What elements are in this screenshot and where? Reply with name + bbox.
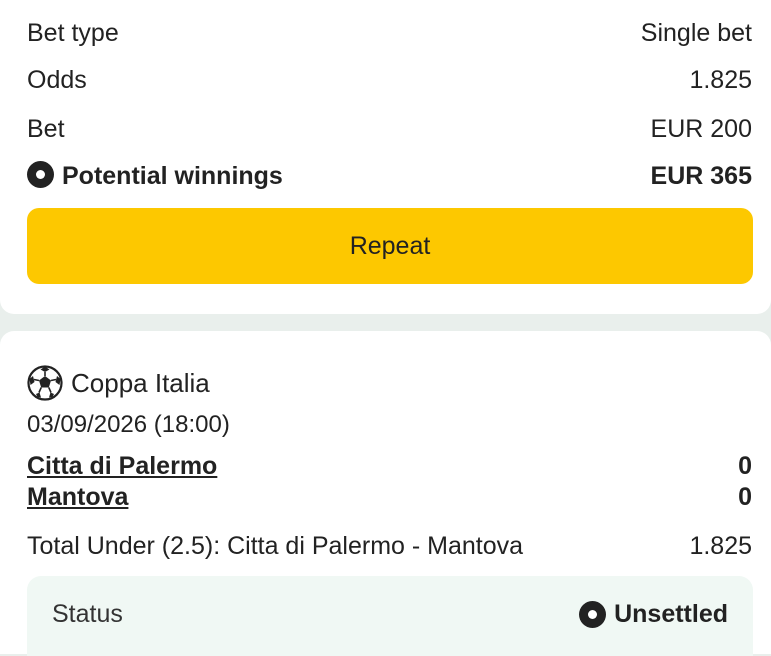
circle-dot-icon bbox=[27, 161, 54, 188]
market-odds: 1.825 bbox=[689, 531, 752, 560]
potential-winnings-label: Potential winnings bbox=[62, 162, 283, 190]
status-box: Status Unsettled bbox=[27, 576, 753, 656]
league-name: Coppa Italia bbox=[71, 367, 210, 398]
odds-value: 1.825 bbox=[689, 65, 752, 94]
away-team-link[interactable]: Mantova bbox=[27, 483, 128, 512]
away-score: 0 bbox=[738, 482, 752, 511]
bet-summary-card: Bet type Single bet Odds 1.825 Bet EUR 2… bbox=[0, 0, 771, 314]
potential-winnings-value: EUR 365 bbox=[650, 161, 752, 190]
market-row: Total Under (2.5): Citta di Palermo - Ma… bbox=[27, 529, 752, 563]
bet-amount-value: EUR 200 bbox=[650, 114, 752, 143]
market-selection: Total Under (2.5): Citta di Palermo - Ma… bbox=[27, 531, 524, 560]
bet-type-value: Single bet bbox=[640, 18, 752, 47]
bet-amount-row: Bet EUR 200 bbox=[27, 111, 752, 147]
status-value-group: Unsettled bbox=[579, 600, 728, 629]
home-team-link[interactable]: Citta di Palermo bbox=[27, 452, 217, 481]
potential-winnings-label-group: Potential winnings bbox=[27, 161, 283, 191]
league-header: Coppa Italia bbox=[27, 364, 210, 402]
circle-dot-icon bbox=[579, 601, 607, 628]
soccer-ball-icon bbox=[27, 365, 63, 401]
bet-amount-label: Bet bbox=[27, 114, 65, 143]
home-team-row: Citta di Palermo 0 bbox=[27, 451, 752, 481]
away-team-row: Mantova 0 bbox=[27, 482, 752, 512]
repeat-button[interactable]: Repeat bbox=[27, 208, 753, 284]
bet-type-label: Bet type bbox=[27, 18, 119, 47]
home-score: 0 bbox=[738, 451, 752, 480]
bet-type-row: Bet type Single bet bbox=[27, 15, 752, 51]
potential-winnings-row: Potential winnings EUR 365 bbox=[27, 158, 752, 194]
status-label: Status bbox=[52, 600, 123, 628]
odds-row: Odds 1.825 bbox=[27, 62, 752, 98]
odds-label: Odds bbox=[27, 65, 87, 94]
event-datetime: 03/09/2026 (18:00) bbox=[27, 411, 230, 438]
status-value: Unsettled bbox=[614, 600, 728, 628]
